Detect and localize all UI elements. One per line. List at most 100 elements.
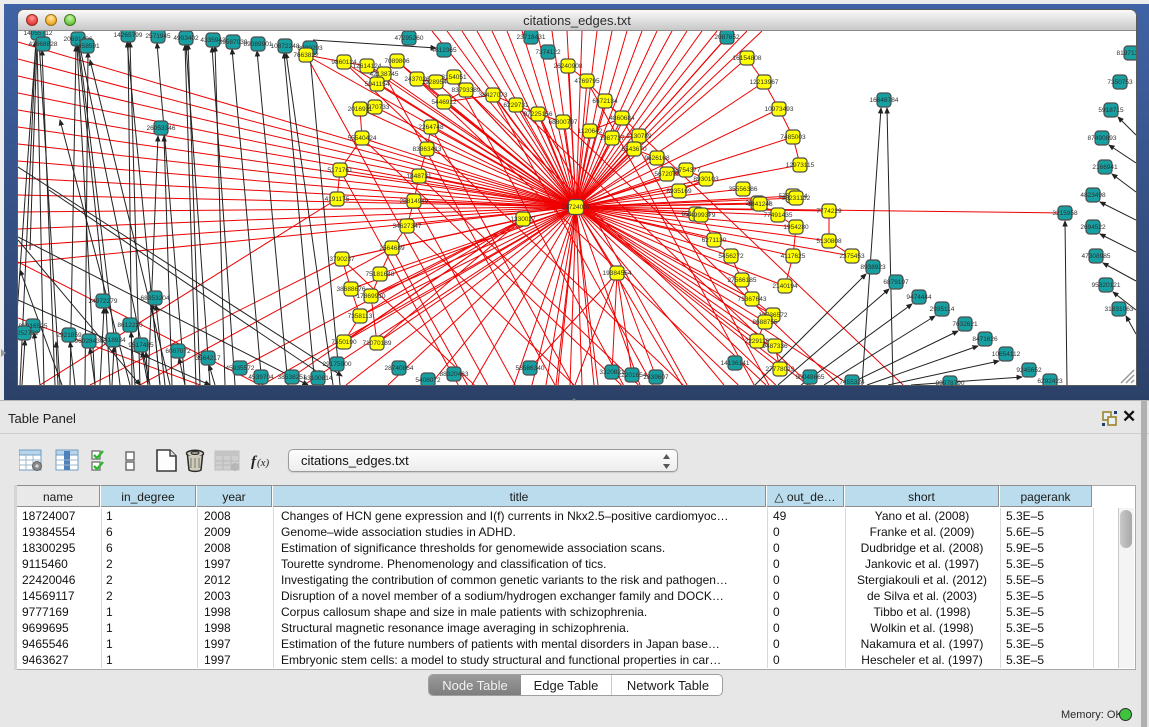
svg-text:8930103: 8930103 [693, 176, 719, 183]
svg-text:27566185: 27566185 [728, 277, 757, 284]
svg-text:71070189: 71070189 [363, 340, 392, 347]
svg-text:71367643: 71367643 [738, 296, 767, 303]
svg-text:35556386: 35556386 [729, 186, 758, 193]
svg-text:5456272: 5456272 [718, 253, 744, 260]
svg-text:38427073: 38427073 [479, 92, 508, 99]
svg-text:6007072: 6007072 [165, 348, 191, 355]
svg-text:1954280: 1954280 [783, 224, 809, 231]
svg-text:47308985: 47308985 [1082, 253, 1111, 260]
svg-text:5171761: 5171761 [327, 167, 353, 174]
svg-text:2839607: 2839607 [643, 374, 669, 381]
svg-text:89978790: 89978790 [936, 380, 965, 385]
svg-text:6672134: 6672134 [592, 98, 618, 105]
svg-text:2087652: 2087652 [714, 34, 740, 41]
svg-text:3215958: 3215958 [1052, 210, 1078, 217]
svg-text:2935114: 2935114 [930, 306, 955, 313]
svg-text:5418934: 5418934 [100, 337, 126, 344]
svg-text:27778019: 27778019 [766, 366, 795, 373]
svg-text:81971316: 81971316 [1117, 50, 1136, 57]
svg-text:12973115: 12973115 [786, 162, 815, 169]
svg-text:19384554: 19384554 [603, 270, 632, 277]
svg-text:4191175: 4191175 [325, 196, 350, 203]
svg-text:38754377: 38754377 [672, 167, 701, 174]
svg-text:47295260: 47295260 [395, 35, 424, 42]
svg-text:5130808: 5130808 [816, 238, 842, 245]
svg-text:2694522: 2694522 [1080, 224, 1106, 231]
svg-text:6879197: 6879197 [883, 279, 909, 286]
svg-text:2130789: 2130789 [626, 133, 652, 140]
svg-text:16648784: 16648784 [870, 97, 899, 104]
svg-text:4823498: 4823498 [1080, 192, 1106, 199]
svg-text:14265799: 14265799 [114, 32, 143, 39]
svg-text:3564217: 3564217 [195, 355, 221, 362]
svg-text:26240908: 26240908 [554, 63, 583, 70]
svg-text:90048665: 90048665 [796, 374, 825, 381]
svg-text:58586340: 58586340 [516, 365, 545, 372]
svg-text:5446912: 5446912 [431, 99, 457, 106]
svg-text:42868828: 42868828 [29, 41, 58, 48]
svg-text:23718431: 23718431 [517, 34, 546, 41]
svg-text:9487336: 9487336 [762, 343, 788, 350]
svg-text:3790237: 3790237 [329, 256, 355, 263]
svg-text:95320121: 95320121 [1092, 282, 1121, 289]
svg-text:55540424: 55540424 [348, 135, 377, 142]
svg-text:8471626: 8471626 [972, 336, 998, 343]
svg-text:17869910: 17869910 [357, 293, 386, 300]
svg-text:4117625: 4117625 [781, 253, 806, 260]
svg-text:6292423: 6292423 [1037, 378, 1063, 385]
svg-text:6543670: 6543670 [621, 146, 647, 153]
svg-text:34627347: 34627347 [393, 223, 422, 230]
svg-text:97225156: 97225156 [524, 111, 553, 118]
svg-text:2564689: 2564689 [379, 245, 405, 252]
svg-text:38538251: 38538251 [278, 374, 307, 381]
svg-text:16154808: 16154808 [733, 55, 762, 62]
svg-text:8612220: 8612220 [117, 322, 143, 329]
svg-text:24972279: 24972279 [89, 298, 118, 305]
svg-text:9626108: 9626108 [644, 155, 670, 162]
svg-text:8938923: 8938923 [860, 264, 886, 271]
svg-text:26053346: 26053346 [147, 125, 176, 132]
svg-text:83863413: 83863413 [413, 146, 442, 153]
svg-text:89089901: 89089901 [244, 41, 273, 48]
svg-text:31831063: 31831063 [1105, 306, 1134, 313]
svg-text:9517485: 9517485 [128, 342, 154, 349]
svg-text:77491435: 77491435 [764, 212, 793, 219]
svg-text:10973493: 10973493 [765, 106, 794, 113]
svg-text:7455324: 7455324 [839, 379, 865, 385]
svg-text:10654112: 10654112 [992, 351, 1021, 358]
svg-text:63100814: 63100814 [304, 375, 333, 382]
svg-text:4860684: 4860684 [609, 115, 635, 122]
svg-text:5041154: 5041154 [365, 81, 390, 88]
svg-text:2458591: 2458591 [74, 43, 100, 50]
svg-text:7485003: 7485003 [780, 134, 806, 141]
svg-text:88320463: 88320463 [440, 371, 469, 378]
svg-text:28740864: 28740864 [385, 365, 414, 372]
svg-text:9245652: 9245652 [1016, 367, 1042, 374]
svg-text:1330027: 1330027 [510, 216, 536, 223]
svg-text:7550190: 7550190 [331, 339, 357, 346]
svg-text:6271130: 6271130 [702, 237, 727, 244]
svg-text:3154051: 3154051 [441, 74, 467, 81]
svg-text:83793389: 83793389 [452, 87, 481, 94]
svg-text:84252722: 84252722 [18, 330, 39, 337]
svg-text:6229731: 6229731 [503, 102, 529, 109]
svg-text:10872248: 10872248 [271, 43, 300, 50]
svg-text:7089806: 7089806 [384, 58, 410, 65]
svg-text:2375453: 2375453 [839, 253, 865, 260]
svg-text:98231132: 98231132 [782, 195, 811, 202]
svg-text:12213967: 12213967 [750, 79, 779, 86]
svg-text:2140194: 2140194 [772, 283, 798, 290]
svg-text:2264748: 2264748 [418, 124, 444, 131]
svg-text:9474444: 9474444 [906, 294, 932, 301]
svg-text:5918715: 5918715 [1098, 107, 1124, 114]
svg-text:7774229: 7774229 [816, 208, 842, 215]
svg-text:18724007: 18724007 [562, 204, 591, 211]
svg-text:68353204: 68353204 [141, 295, 170, 302]
svg-text:4539704: 4539704 [248, 374, 274, 381]
svg-text:2016911: 2016911 [348, 106, 373, 113]
svg-text:44999379: 44999379 [687, 212, 716, 219]
svg-text:29175900: 29175900 [323, 361, 352, 368]
svg-text:1987737: 1987737 [599, 135, 625, 142]
svg-text:(x): (x) [257, 457, 270, 469]
svg-text:2571945: 2571945 [145, 33, 171, 40]
